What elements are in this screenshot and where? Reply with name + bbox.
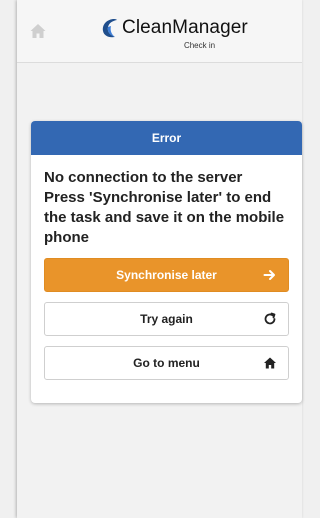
arrow-right-icon (263, 270, 275, 280)
synchronise-later-label: Synchronise later (116, 268, 217, 282)
brand-name: CleanManager (122, 17, 248, 38)
brand-logo: CleanManager (99, 17, 248, 38)
go-to-menu-button[interactable]: Go to menu (44, 346, 289, 380)
app-screen: CleanManager Check in Error No connectio… (17, 0, 302, 518)
dialog-title: Error (31, 121, 302, 155)
page-subtitle: Check in (183, 41, 216, 50)
home-icon[interactable] (29, 22, 47, 40)
try-again-button[interactable]: Try again (44, 302, 289, 336)
home-icon (264, 357, 276, 369)
go-to-menu-label: Go to menu (133, 356, 200, 370)
dialog-message: No connection to the server Press 'Synch… (44, 169, 285, 246)
synchronise-later-button[interactable]: Synchronise later (44, 258, 289, 292)
logo-icon (102, 19, 117, 38)
error-dialog: Error No connection to the server Press … (31, 121, 302, 403)
top-bar: CleanManager Check in (17, 0, 302, 63)
refresh-icon (264, 312, 276, 325)
try-again-label: Try again (140, 312, 193, 326)
